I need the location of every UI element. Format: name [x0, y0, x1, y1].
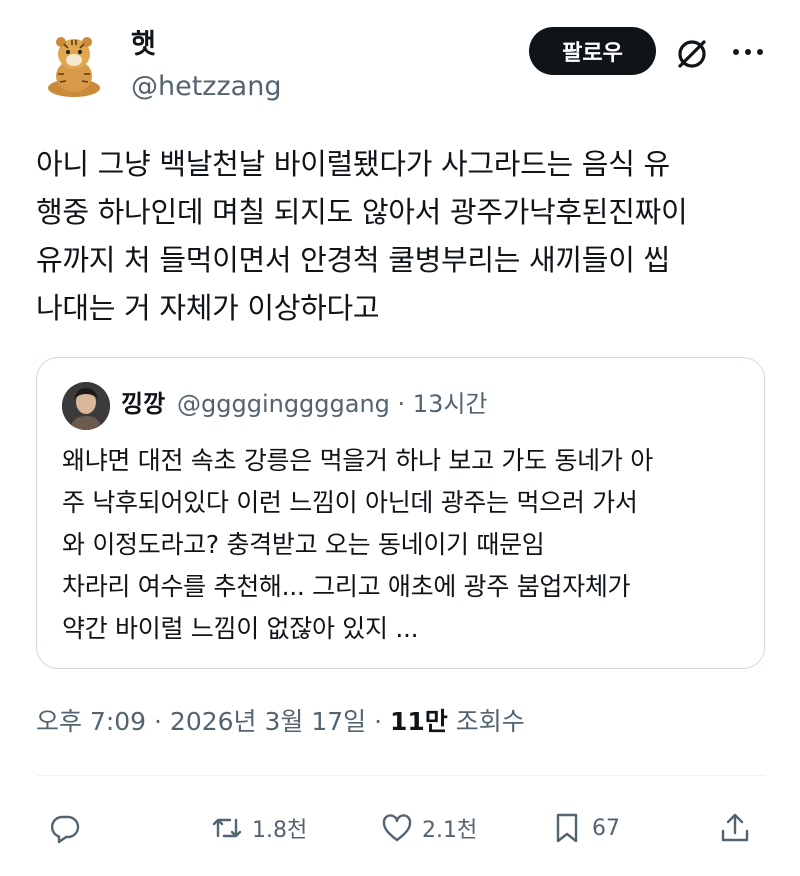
person-photo-icon: [62, 382, 110, 430]
tweet-body: 아니 그냥 백날천날 바이럴됐다가 사그라드는 음식 유 행중 하나인데 며칠 …: [36, 140, 766, 332]
divider: [36, 775, 765, 776]
tweet-line: 나대는 거 자체가 이상하다고: [36, 291, 380, 325]
share-icon: [721, 813, 749, 842]
like-button[interactable]: 2.1천: [380, 808, 477, 848]
timestamp[interactable]: 오후 7:09 · 2026년 3월 17일 ·: [36, 707, 390, 736]
author-avatar[interactable]: [36, 26, 112, 102]
more-dots-icon[interactable]: [728, 42, 768, 62]
heart-icon: [382, 814, 412, 842]
tweet-meta: 오후 7:09 · 2026년 3월 17일 · 11만 조회수: [36, 704, 525, 740]
views-label: 조회수: [447, 707, 525, 736]
retweet-button[interactable]: 1.8천: [210, 808, 307, 848]
retweet-icon: [212, 818, 242, 838]
quote-line: 왜냐면 대전 속초 강릉은 먹을거 하나 보고 가도 동네가 아: [62, 446, 653, 475]
tweet-line: 아니 그냥 백날천날 바이럴됐다가 사그라드는 음식 유: [36, 147, 670, 181]
quote-line: 주 낙후되어있다 이런 느낌이 아닌데 광주는 먹으러 가서: [62, 488, 638, 517]
action-bar: 1.8천 2.1천 67: [0, 800, 800, 856]
bookmark-icon: [556, 813, 578, 843]
quoted-tweet[interactable]: 낑깡 @gggginggggang · 13시간 왜냐면 대전 속초 강릉은 먹…: [36, 357, 765, 669]
follow-button[interactable]: 팔로우: [529, 27, 656, 75]
bookmark-button[interactable]: 67: [550, 808, 620, 848]
share-button[interactable]: [718, 808, 752, 848]
like-count: 2.1천: [422, 818, 478, 843]
tweet-header: 햇 @hetzzang 팔로우: [0, 0, 800, 130]
tiger-plush-avatar-icon: [36, 26, 112, 102]
quoted-author-handle[interactable]: @gggginggggang · 13시간: [177, 388, 488, 420]
quote-line: 차라리 여수를 추천해... 그리고 애초에 광주 붐업자체가: [62, 572, 631, 601]
quoted-tweet-body: 왜냐면 대전 속초 강릉은 먹을거 하나 보고 가도 동네가 아 주 낙후되어있…: [62, 440, 752, 650]
grok-slash-icon[interactable]: [672, 34, 712, 74]
tweet-line: 유까지 처 들먹이면서 안경척 쿨병부리는 새끼들이 씹: [36, 243, 670, 277]
views-count: 11만: [390, 707, 448, 736]
quote-line: 약간 바이럴 느낌이 없잖아 있지 ...: [62, 614, 419, 643]
bookmark-count: 67: [592, 815, 620, 841]
author-name[interactable]: 햇: [131, 28, 156, 62]
author-handle[interactable]: @hetzzang: [131, 70, 281, 104]
tweet-line: 행중 하나인데 며칠 되지도 않아서 광주가낙후된진짜이: [36, 195, 688, 229]
reply-icon: [50, 815, 80, 844]
quoted-author-name[interactable]: 낑깡: [121, 388, 165, 420]
retweet-count: 1.8천: [252, 818, 308, 843]
quote-line: 와 이정도라고? 충격받고 오는 동네이기 때문임: [62, 530, 545, 559]
quoted-author-avatar[interactable]: [62, 382, 110, 430]
reply-button[interactable]: [48, 808, 82, 848]
